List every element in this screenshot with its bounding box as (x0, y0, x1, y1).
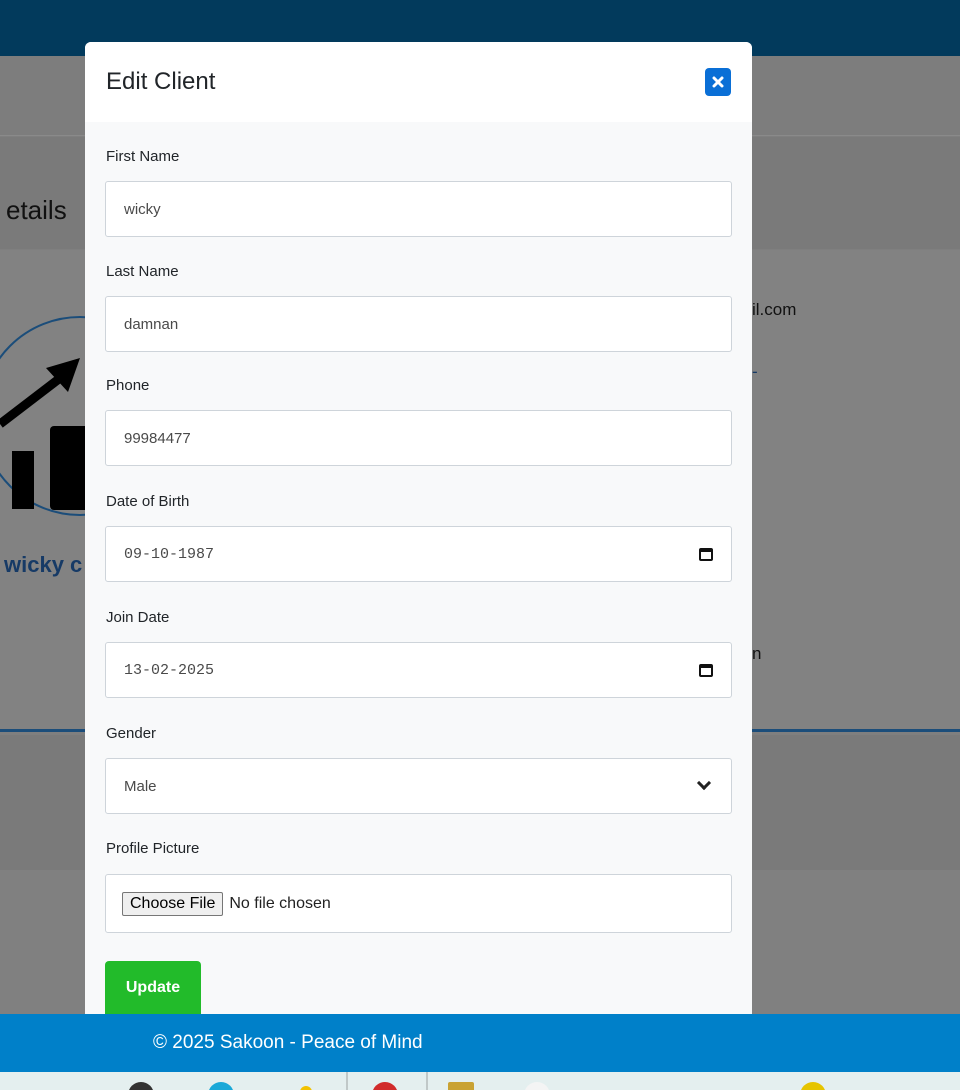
footer-copyright: © 2025 Sakoon - Peace of Mind (153, 1032, 423, 1053)
client-email: il.com (752, 300, 797, 319)
first-name-input[interactable]: wicky (105, 181, 732, 237)
details-heading: etails (6, 195, 67, 225)
first-name-value: wicky (124, 200, 161, 218)
app-icon[interactable] (300, 1086, 312, 1090)
modal-title: Edit Client (106, 68, 216, 95)
first-name-label: First Name (106, 148, 180, 165)
dob-label: Date of Birth (106, 493, 190, 510)
join-date-label: Join Date (106, 609, 170, 626)
app-icon[interactable] (372, 1082, 398, 1090)
phone-label: Phone (106, 377, 150, 394)
last-name-label: Last Name (106, 263, 179, 280)
update-button[interactable]: Update (105, 961, 201, 1014)
client-name: wicky c (4, 552, 83, 577)
app-icon[interactable] (208, 1082, 234, 1090)
close-icon (712, 76, 724, 88)
modal-header: Edit Client (85, 42, 752, 122)
taskbar-separator (426, 1072, 428, 1090)
calendar-icon[interactable] (699, 663, 713, 677)
edit-client-modal: Edit Client First Name wicky Last Name d… (85, 42, 752, 1014)
app-icon[interactable] (800, 1082, 826, 1090)
site-footer: © 2025 Sakoon - Peace of Mind (0, 1014, 960, 1072)
join-date-input[interactable]: 13-02-2025 (105, 642, 732, 698)
profile-picture-label: Profile Picture (106, 840, 200, 857)
last-name-value: damnan (124, 315, 179, 333)
gender-select[interactable]: Male (105, 758, 732, 814)
phone-input[interactable]: 99984477 (105, 410, 732, 466)
detail-fragment: - (752, 362, 758, 381)
file-status: No file chosen (229, 894, 331, 912)
dob-value: 09-10-1987 (124, 545, 215, 563)
taskbar-separator (346, 1072, 348, 1090)
folder-icon[interactable] (448, 1082, 474, 1090)
profile-picture-input[interactable]: Choose File No file chosen (105, 874, 732, 933)
app-icon[interactable] (524, 1082, 550, 1090)
detail-fragment: n (752, 644, 762, 663)
choose-file-button[interactable]: Choose File (122, 891, 224, 916)
app-icon[interactable] (128, 1082, 154, 1090)
join-date-value: 13-02-2025 (124, 661, 215, 679)
gender-label: Gender (106, 725, 157, 742)
close-button[interactable] (705, 68, 731, 96)
calendar-icon[interactable] (699, 547, 713, 561)
gender-value: Male (124, 777, 157, 795)
last-name-input[interactable]: damnan (105, 296, 732, 352)
chevron-down-icon (696, 775, 712, 791)
phone-value: 99984477 (124, 429, 191, 447)
taskbar (0, 1072, 960, 1090)
dob-input[interactable]: 09-10-1987 (105, 526, 732, 582)
